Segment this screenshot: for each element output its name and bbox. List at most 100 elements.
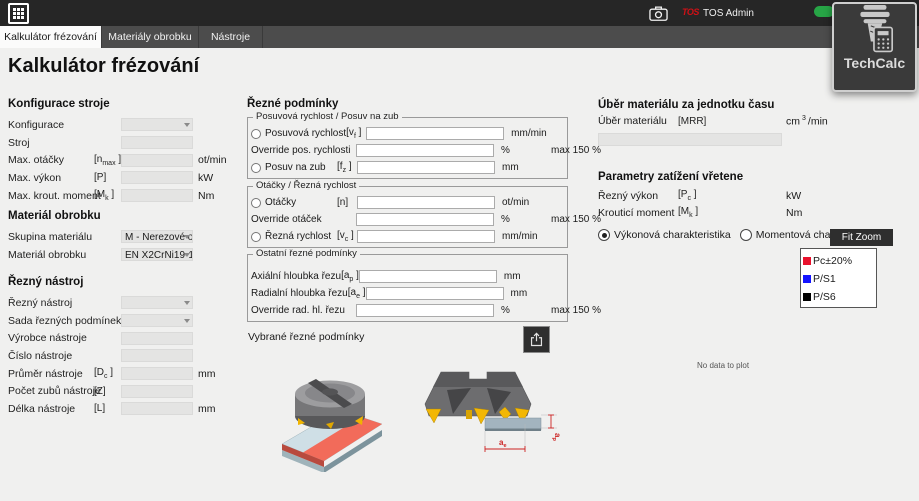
configuration-dropdown[interactable] xyxy=(121,118,193,131)
field-label: Stroj xyxy=(8,137,94,149)
axial-depth-input[interactable] xyxy=(359,270,497,283)
symbol: [ae ] xyxy=(348,287,366,300)
workpiece-material-dropdown[interactable]: EN X2CrNi19-1 xyxy=(121,248,193,261)
legend-label: P/S6 xyxy=(813,291,836,303)
unit-label: % xyxy=(494,305,543,316)
field-label: Počet zubů nástroje xyxy=(8,385,94,397)
ap-annotation: ap xyxy=(551,433,562,441)
camera-icon[interactable] xyxy=(649,5,668,25)
chevron-down-icon xyxy=(184,319,190,323)
field-label: Číslo nástroje xyxy=(8,350,94,362)
symbol: [n] xyxy=(337,197,357,208)
form-row: Max. výkon [P] kW xyxy=(8,169,240,187)
form-row: Materiál obrobku EN X2CrNi19-1 xyxy=(8,246,240,264)
app-window: TOS TOS Admin Kalkulátor frézování Mater… xyxy=(0,0,919,501)
feed-rate-radio[interactable] xyxy=(251,129,261,139)
form-row: Stroj xyxy=(8,134,240,152)
feed-rate-input[interactable] xyxy=(366,127,504,140)
rpm-radio[interactable] xyxy=(251,198,261,208)
group-legend: Otáčky / Řezná rychlost xyxy=(253,180,359,191)
machine-field xyxy=(121,136,193,149)
milling-illustration-3d xyxy=(278,366,396,472)
chevron-down-icon xyxy=(184,235,190,239)
tab-milling-calculator[interactable]: Kalkulátor frézování xyxy=(0,26,102,48)
cutting-speed-radio[interactable] xyxy=(251,232,261,242)
form-row: Axiální hloubka řezu [ap ] mm xyxy=(248,268,567,285)
chevron-down-icon xyxy=(184,123,190,127)
section-header: Konfigurace stroje xyxy=(8,98,240,110)
legend-color-swatch xyxy=(803,275,811,283)
export-share-icon xyxy=(528,331,545,348)
tab-workpiece-materials[interactable]: Materiály obrobku xyxy=(102,26,199,48)
torque-characteristic-radio[interactable] xyxy=(740,229,752,241)
radial-depth-input[interactable] xyxy=(366,287,504,300)
selected-conditions-label: Vybrané řezné podmínky xyxy=(248,331,364,343)
rpm-input[interactable] xyxy=(357,196,495,209)
milling-illustration-side: ae ap xyxy=(411,366,563,462)
field-label: Délka nástroje xyxy=(8,403,94,415)
field-label: Sada řezných podmínek xyxy=(8,315,94,327)
max-power-field xyxy=(121,171,193,184)
group-other-conditions: Ostatní řezné podmínky Axiální hloubka ř… xyxy=(247,254,568,322)
rpm-override-input[interactable] xyxy=(356,213,494,226)
unit-label: mm xyxy=(497,271,546,282)
symbol: [Mk ] xyxy=(94,189,121,202)
field-label: Posuv na zub xyxy=(265,162,337,173)
max-note: max 150 % xyxy=(543,305,601,316)
field-label: Otáčky xyxy=(265,197,337,208)
fit-zoom-button[interactable]: Fit Zoom xyxy=(830,229,893,246)
unit-label: mm xyxy=(495,162,544,173)
power-toggle[interactable] xyxy=(814,6,834,17)
unit-label: cm3/min xyxy=(786,115,908,128)
max-rpm-field xyxy=(121,154,193,167)
unit-label: ot/min xyxy=(495,197,544,208)
chevron-down-icon xyxy=(184,253,190,257)
conditions-set-dropdown[interactable] xyxy=(121,314,193,327)
field-label: Skupina materiálu xyxy=(8,231,94,243)
field-label: Posuvová rychlost xyxy=(265,128,346,139)
section-header: Řezné podmínky xyxy=(247,98,338,110)
tool-length-field xyxy=(121,402,193,415)
radio-label: Výkonová charakteristika xyxy=(614,229,731,241)
unit-label: % xyxy=(494,145,543,156)
feed-per-tooth-input[interactable] xyxy=(357,161,495,174)
apps-grid-icon[interactable] xyxy=(8,3,29,24)
cutting-speed-input[interactable] xyxy=(357,230,495,243)
feed-per-tooth-radio[interactable] xyxy=(251,163,261,173)
techcalc-launcher[interactable]: TechCalc xyxy=(832,2,917,92)
section-workpiece-material: Materiál obrobku Skupina materiálu M - N… xyxy=(8,210,240,263)
unit-label: mm xyxy=(504,288,553,299)
tab-tools[interactable]: Nástroje xyxy=(199,26,263,48)
field-label: Override rad. hl. řezu xyxy=(251,305,356,316)
form-row: Číslo nástroje xyxy=(8,347,240,365)
form-row: Výrobce nástroje xyxy=(8,329,240,347)
group-legend: Ostatní řezné podmínky xyxy=(253,248,360,259)
export-conditions-button[interactable] xyxy=(523,326,550,353)
unit-label: mm/min xyxy=(504,128,553,139)
field-label: Řezný nástroj xyxy=(8,297,94,309)
tos-logo: TOS xyxy=(682,7,699,17)
section-cutting-tool: Řezný nástroj Řezný nástroj Sada řezných… xyxy=(8,276,240,418)
symbol: [Dc ] xyxy=(94,367,121,380)
feed-override-input[interactable] xyxy=(356,144,494,157)
form-row: Posuvová rychlost [vf ] mm/min xyxy=(248,125,567,142)
user-menu-label[interactable]: TOS Admin xyxy=(703,8,754,19)
group-spindle-speed: Otáčky / Řezná rychlost Otáčky [n] ot/mi… xyxy=(247,186,568,248)
cutting-tool-dropdown[interactable] xyxy=(121,296,193,309)
material-group-dropdown[interactable]: M - Nerezové o xyxy=(121,230,193,243)
legend-label: P/S1 xyxy=(813,273,836,285)
tool-number-field xyxy=(121,349,193,362)
form-row: Délka nástroje [L] mm xyxy=(8,400,240,418)
section-header: Úběr materiálu za jednotku času xyxy=(598,99,774,111)
form-row: Max. otáčky [nmax ] ot/min xyxy=(8,151,240,169)
form-row: Konfigurace xyxy=(8,116,240,134)
form-row: Sada řezných podmínek xyxy=(8,312,240,330)
form-row: Override rad. hl. řezu % max 150 % xyxy=(248,302,567,319)
form-row: Řezný nástroj xyxy=(8,294,240,312)
field-label: Řezný výkon xyxy=(598,190,678,202)
radial-override-input[interactable] xyxy=(356,304,494,317)
unit-label: kW xyxy=(786,190,908,202)
power-characteristic-radio[interactable] xyxy=(598,229,610,241)
empty-plot-message: No data to plot xyxy=(697,361,749,370)
tab-bar: Kalkulátor frézování Materiály obrobku N… xyxy=(0,26,919,48)
